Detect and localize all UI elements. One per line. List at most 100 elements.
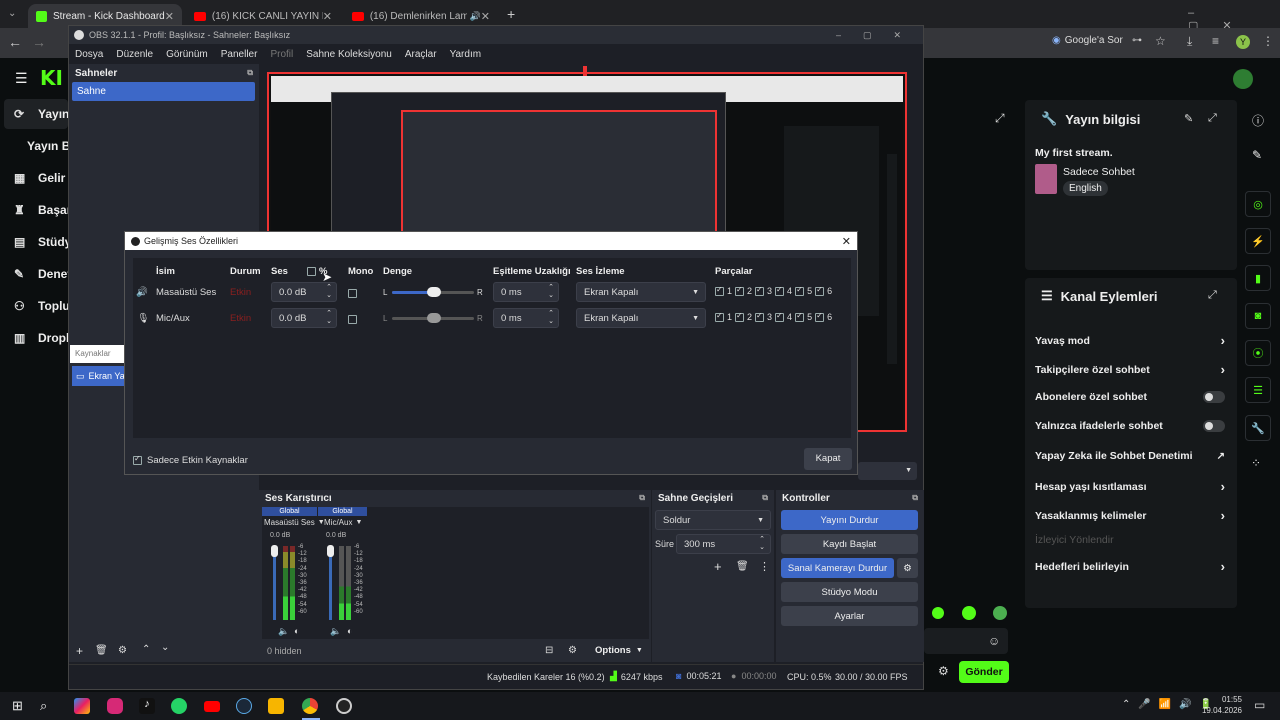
new-tab-button[interactable]: + — [507, 6, 515, 22]
active-only-checkbox[interactable] — [133, 454, 142, 465]
menu-scene-collection[interactable]: Sahne Koleksiyonu — [306, 49, 392, 60]
side-tool-7[interactable]: 🔧 — [1245, 415, 1271, 441]
windows-start-icon[interactable]: ⊞ — [12, 698, 23, 714]
monitoring-select[interactable]: Ekran Kapalı ▼ — [576, 308, 706, 328]
menu-file[interactable]: Dosya — [75, 49, 103, 60]
obs-icon[interactable] — [336, 698, 352, 714]
volume-fader-handle[interactable] — [327, 545, 334, 557]
track-checkbox[interactable] — [775, 311, 785, 322]
channel-name-dropdown[interactable]: Masaüstü Ses ▼ — [264, 518, 325, 527]
action-emotes-only[interactable]: Yalnızca ifadelerle sohbet — [1035, 420, 1225, 432]
track-checkbox[interactable] — [795, 285, 805, 296]
pen-icon[interactable]: ✎ — [1252, 148, 1262, 162]
side-tool-1[interactable]: ◎ — [1245, 191, 1271, 217]
undock-icon[interactable]: ⧉ — [639, 493, 645, 503]
add-icon[interactable]: + — [714, 559, 722, 574]
search-icon[interactable]: ⌕ — [40, 698, 47, 714]
whatsapp-icon[interactable] — [171, 698, 187, 714]
nav-achievements[interactable]: ♜ Başarı — [14, 203, 75, 217]
profile-avatar[interactable]: Y — [1236, 35, 1250, 49]
action-followers-only[interactable]: Takipçilere özel sohbet › — [1035, 362, 1225, 377]
undock-icon[interactable]: ⧉ — [247, 68, 253, 78]
menu-docks[interactable]: Paneller — [221, 49, 258, 60]
emoji-icon[interactable]: ☺ — [988, 634, 1000, 648]
side-tool-6[interactable]: ☰ — [1245, 377, 1271, 403]
volume-field[interactable]: 0.0 dB ⌃ ⌄ — [271, 308, 337, 328]
nav-monitor[interactable]: ✎ Denet — [14, 267, 71, 281]
emote-icon[interactable] — [932, 607, 944, 619]
window-controls[interactable]: –▢✕ — [836, 30, 923, 41]
menu-view[interactable]: Görünüm — [166, 49, 208, 60]
menu-edit[interactable]: Düzenle — [116, 49, 153, 60]
balance-slider-handle[interactable] — [427, 313, 441, 323]
back-icon[interactable]: ← — [8, 34, 22, 50]
tab-search-icon[interactable]: ⌄ — [8, 8, 16, 19]
kick-logo[interactable]: KI — [40, 66, 63, 90]
spinner-icon[interactable]: ⌃ ⌄ — [326, 310, 332, 326]
menu-dots-icon[interactable]: ⋮ — [759, 560, 770, 573]
nav-stream[interactable]: ⟳ Yayın — [14, 107, 69, 121]
tiktok-icon[interactable]: ♪ — [139, 698, 155, 714]
track-checkboxes[interactable]: 1 2 3 4 5 6 — [715, 285, 832, 296]
close-button[interactable]: Kapat — [804, 448, 852, 470]
instagram-icon[interactable] — [107, 698, 123, 714]
close-icon[interactable]: ✕ — [481, 10, 490, 23]
move-up-icon[interactable]: ⌃ — [142, 644, 150, 655]
emote-icon[interactable] — [962, 606, 976, 620]
app-icon[interactable] — [268, 698, 284, 714]
info-icon[interactable]: ⓘ — [1252, 112, 1264, 129]
menu-dots-icon[interactable]: ⋮ — [1262, 34, 1274, 48]
headphone-icon[interactable]: ◐ — [347, 626, 352, 636]
transition-select[interactable]: Soldur ▼ — [655, 510, 771, 530]
menu-tools[interactable]: Araçlar — [405, 49, 437, 60]
toggle-switch[interactable] — [1203, 391, 1225, 403]
edit-icon[interactable]: ✎ — [1184, 112, 1193, 125]
reader-icon[interactable]: ⊶ — [1132, 35, 1142, 46]
track-checkbox[interactable] — [775, 285, 785, 296]
spinner-icon[interactable]: ⌃ ⌄ — [548, 284, 554, 300]
undock-icon[interactable]: ⧉ — [912, 493, 918, 503]
channel-name-dropdown[interactable]: Mic/Aux ▼ — [324, 518, 362, 527]
start-record-button[interactable]: Kaydı Başlat — [781, 534, 918, 554]
notification-icon[interactable]: ▭ — [1254, 698, 1265, 712]
download-icon[interactable]: ⤓ — [1187, 34, 1192, 49]
gear-icon[interactable]: ⚙ — [938, 664, 949, 678]
close-icon[interactable]: ✕ — [165, 10, 174, 23]
track-checkbox[interactable] — [755, 285, 765, 296]
action-subscribers-only[interactable]: Abonelere özel sohbet — [1035, 391, 1225, 403]
side-tool-2[interactable]: ⚡ — [1245, 228, 1271, 254]
hamburger-icon[interactable]: ☰ — [15, 70, 28, 87]
clock-date[interactable]: 19.04.2026 — [1198, 706, 1242, 715]
track-checkbox[interactable] — [795, 311, 805, 322]
percent-checkbox[interactable] — [307, 267, 316, 276]
move-down-icon[interactable]: ⌄ — [161, 642, 169, 653]
vcam-settings-button[interactable]: ⚙ — [897, 558, 918, 578]
nav-community[interactable]: ⚇ Toplul — [14, 299, 73, 313]
media-icon[interactable]: ≡ — [1212, 34, 1219, 48]
spinner-icon[interactable]: ⌃ ⌄ — [326, 284, 332, 300]
send-button[interactable]: Gönder — [959, 661, 1009, 683]
popout-icon[interactable]: ⤢ — [1208, 289, 1217, 302]
track-checkbox[interactable] — [815, 311, 825, 322]
side-tool-3[interactable]: ▮ — [1245, 265, 1271, 291]
chrome-icon[interactable] — [302, 698, 318, 714]
more-icon[interactable]: ⁘ — [1251, 456, 1261, 470]
gear-icon[interactable]: ⚙ — [568, 645, 577, 656]
user-avatar[interactable] — [1233, 69, 1253, 89]
add-icon[interactable]: + — [76, 644, 83, 658]
action-banned-words[interactable]: Yasaklanmış kelimeler › — [1035, 508, 1225, 523]
steam-icon[interactable] — [236, 698, 252, 714]
layout-icon[interactable]: ⊟ — [545, 645, 553, 656]
action-account-age[interactable]: Hesap yaşı kısıtlaması › — [1035, 479, 1225, 494]
studio-mode-button[interactable]: Stüdyo Modu — [781, 582, 918, 602]
trash-icon[interactable]: 🗑 — [95, 645, 108, 656]
settings-button[interactable]: Ayarlar — [781, 606, 918, 626]
balance-slider-handle[interactable] — [427, 287, 441, 297]
stop-stream-button[interactable]: Yayını Durdur — [781, 510, 918, 530]
clock-time[interactable]: 01:55 — [1204, 695, 1242, 704]
menu-help[interactable]: Yardım — [450, 49, 482, 60]
gear-icon[interactable]: ⚙ — [118, 645, 127, 656]
spinner-icon[interactable]: ⌃ ⌄ — [548, 310, 554, 326]
track-checkbox[interactable] — [815, 285, 825, 296]
volume-field[interactable]: 0.0 dB ⌃ ⌄ — [271, 282, 337, 302]
